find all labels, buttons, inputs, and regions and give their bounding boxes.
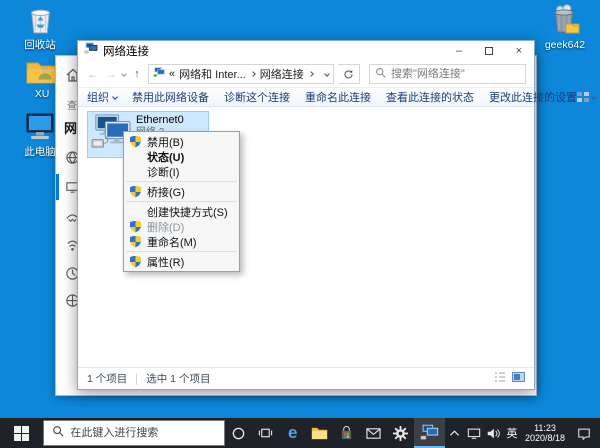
- context-menu: 禁用(B) 状态(U) 诊断(I) 桥接(G) 创建快捷方式(S) 删除(D) …: [123, 131, 240, 272]
- taskbar-search-input[interactable]: [70, 427, 217, 439]
- address-dropdown-icon[interactable]: [324, 71, 330, 77]
- maximize-button[interactable]: [474, 41, 504, 61]
- tray-date: 2020/8/18: [524, 433, 566, 443]
- breadcrumb-separator-icon[interactable]: [249, 71, 256, 77]
- menu-item-bridge[interactable]: 桥接(G): [124, 184, 239, 199]
- uac-shield-icon: [130, 220, 141, 233]
- breadcrumb-segment[interactable]: 网络和 Inter...: [179, 66, 246, 82]
- clock[interactable]: 11:23 2020/8/18: [522, 423, 568, 443]
- breadcrumb-segment[interactable]: 网络连接: [260, 66, 304, 82]
- desktop-icon-geek642[interactable]: geek642: [533, 3, 597, 51]
- input-method-indicator[interactable]: 英: [502, 425, 522, 441]
- tray-network-icon[interactable]: [464, 427, 483, 440]
- window-title: 网络连接: [103, 46, 149, 58]
- diagnose-command[interactable]: 诊断这个连接: [224, 89, 290, 105]
- menu-separator: [126, 251, 237, 252]
- mail-icon[interactable]: [360, 418, 387, 448]
- address-bar: ← → ↑ « 网络和 Inter... 网络连接: [78, 61, 534, 87]
- search-icon: [375, 65, 386, 83]
- status-divider: [136, 372, 138, 385]
- menu-item-delete: 删除(D): [124, 219, 239, 234]
- taskbar-search[interactable]: [43, 420, 226, 446]
- settings-selected-indicator: [56, 174, 59, 200]
- desktop-icon-label: geek642: [544, 39, 586, 51]
- menu-item-status[interactable]: 状态(U): [124, 149, 239, 164]
- close-button[interactable]: ×: [504, 41, 534, 61]
- selected-count: 选中 1 个项目: [146, 373, 211, 385]
- forward-button[interactable]: →: [104, 67, 118, 81]
- menu-separator: [126, 181, 237, 182]
- tiles-view-icon: [577, 92, 589, 102]
- adapter-name: Ethernet0: [136, 114, 184, 126]
- recent-locations-chevron-icon[interactable]: [121, 71, 127, 77]
- location-icon: [153, 67, 165, 81]
- command-bar: 组织 禁用此网络设备 诊断这个连接 重命名此连接 查看此连接的状态 更改此连接的…: [78, 87, 597, 107]
- details-view-icon[interactable]: [494, 371, 506, 386]
- search-input[interactable]: [391, 68, 520, 80]
- cortana-button[interactable]: [225, 418, 252, 448]
- edge-icon[interactable]: e: [279, 418, 306, 448]
- uac-shield-icon: [130, 255, 141, 268]
- rename-command[interactable]: 重命名此连接: [305, 89, 371, 105]
- recycle-bin-icon: [8, 3, 72, 36]
- desktop: 回收站 XU 此电脑 geek642 查找设置 网络连接 – × ← → ↑ «…: [0, 0, 600, 448]
- show-hidden-icons-chevron-icon[interactable]: [445, 429, 464, 437]
- view-status-command[interactable]: 查看此连接的状态: [386, 89, 474, 105]
- view-options-button[interactable]: [577, 91, 597, 103]
- store-icon[interactable]: [333, 418, 360, 448]
- full-recycle-bin-icon: [533, 3, 597, 38]
- search-icon: [52, 424, 64, 442]
- settings-gear-icon[interactable]: [387, 418, 414, 448]
- window-icon: [84, 42, 98, 60]
- chevron-down-icon: [591, 94, 597, 100]
- uac-shield-icon: [130, 135, 141, 148]
- up-button[interactable]: ↑: [130, 68, 144, 80]
- organize-menu[interactable]: 组织: [87, 89, 118, 105]
- large-icons-view-icon[interactable]: [512, 371, 525, 386]
- uac-shield-icon: [130, 185, 141, 198]
- breadcrumb[interactable]: « 网络和 Inter... 网络连接: [148, 64, 334, 84]
- status-bar: 1 个项目 选中 1 个项目: [78, 367, 534, 389]
- tray-time: 11:23: [534, 423, 556, 433]
- explorer-search[interactable]: [369, 64, 526, 84]
- start-button[interactable]: [0, 418, 43, 448]
- task-view-button[interactable]: [252, 418, 279, 448]
- minimize-button[interactable]: –: [444, 41, 474, 61]
- taskbar: e 英 11:23 2020/8/18: [0, 418, 600, 448]
- refresh-button[interactable]: [338, 64, 360, 84]
- uac-shield-icon: [130, 235, 141, 248]
- item-count: 1 个项目: [87, 373, 128, 385]
- disable-device-command[interactable]: 禁用此网络设备: [132, 89, 209, 105]
- system-tray: 英 11:23 2020/8/18: [445, 418, 600, 448]
- action-center-icon[interactable]: [568, 427, 600, 440]
- volume-icon[interactable]: [483, 427, 502, 440]
- windows-logo-icon: [14, 425, 30, 441]
- menu-item-rename[interactable]: 重命名(M): [124, 234, 239, 249]
- taskbar-network-connections-app[interactable]: [414, 418, 445, 448]
- menu-item-disable[interactable]: 禁用(B): [124, 134, 239, 149]
- menu-item-properties[interactable]: 属性(R): [124, 254, 239, 269]
- desktop-icon-recycle-bin[interactable]: 回收站: [8, 3, 72, 52]
- maximize-icon: [485, 47, 493, 55]
- title-bar[interactable]: 网络连接 – ×: [78, 41, 534, 61]
- desktop-icon-label: 回收站: [24, 39, 56, 51]
- menu-item-create-shortcut[interactable]: 创建快捷方式(S): [124, 204, 239, 219]
- change-settings-command[interactable]: 更改此连接的设置: [489, 89, 577, 105]
- breadcrumb-separator-icon[interactable]: [307, 71, 314, 77]
- back-button[interactable]: ←: [86, 67, 100, 81]
- file-explorer-icon[interactable]: [306, 418, 333, 448]
- breadcrumb-root-marker: «: [169, 68, 176, 80]
- menu-separator: [126, 201, 237, 202]
- chevron-down-icon: [112, 94, 118, 100]
- menu-item-diagnose[interactable]: 诊断(I): [124, 164, 239, 179]
